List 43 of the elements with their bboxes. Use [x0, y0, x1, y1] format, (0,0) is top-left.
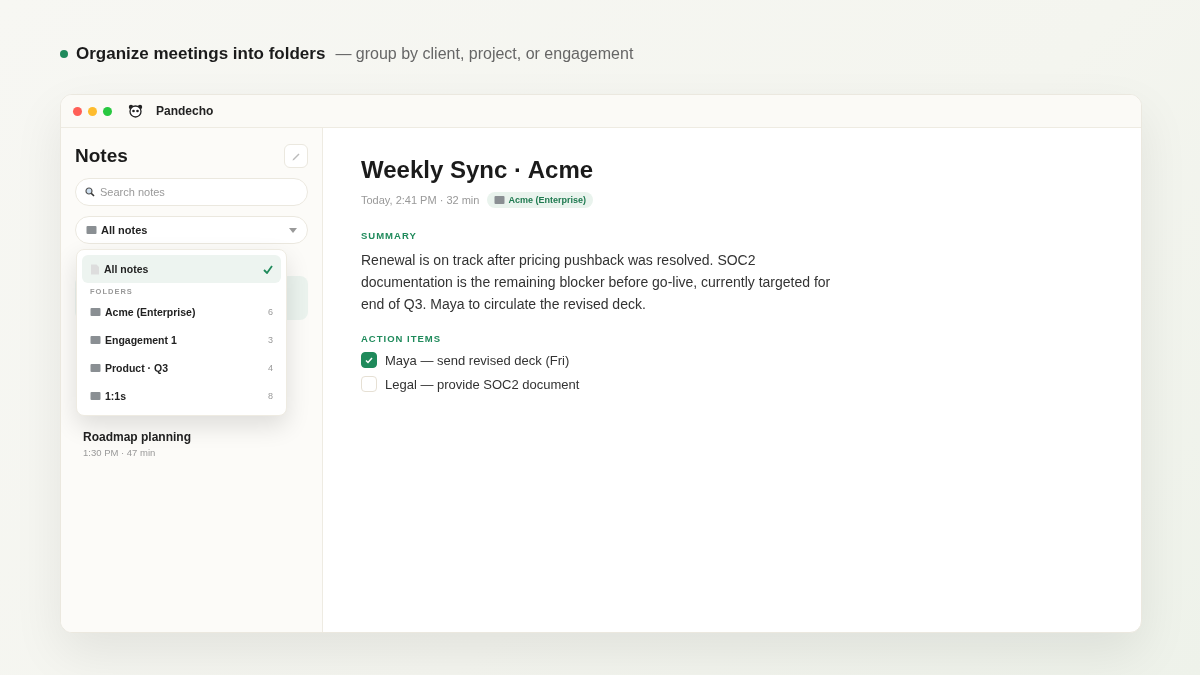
menu-item[interactable]: Product · Q3 4	[82, 354, 281, 382]
folder-icon	[90, 307, 101, 317]
count-label: 8	[268, 391, 273, 401]
folder-icon	[90, 335, 101, 345]
folder-tag: Acme (Enterprise)	[487, 192, 593, 208]
note-meta: 1:30 PM · 47 min	[83, 447, 157, 458]
summary-text: Renewal is on track after pricing pushback was resolved. SOC2 documentation is the remaining blocker before go-live, currently targeted for end of Q3. Maya to circulate the revised deck.	[361, 251, 832, 314]
folder-icon	[90, 363, 101, 373]
app-name: Pandecho	[156, 104, 214, 118]
search-icon	[85, 187, 95, 197]
checkmark-icon	[365, 356, 373, 364]
count-label: 3	[268, 335, 273, 345]
folder-icon	[494, 195, 506, 205]
caret-icon	[289, 227, 297, 233]
headline-subtitle: — group by client, project, or engagement	[335, 45, 634, 63]
section-heading: ACTION ITEMS	[361, 333, 443, 344]
count-label: 6	[268, 307, 273, 317]
folder-select[interactable]: All notes	[75, 216, 308, 244]
menu-item[interactable]: Acme (Enterprise) 6	[82, 298, 281, 326]
new-note-button[interactable]	[284, 144, 308, 168]
note-meta: Today, 2:41 PM · 32 min	[361, 194, 480, 206]
folder-icon	[90, 391, 101, 401]
checkbox[interactable]	[361, 352, 377, 368]
folder-icon	[86, 225, 97, 235]
count-label: 4	[268, 363, 273, 373]
minimize-button[interactable]	[88, 106, 97, 116]
close-button[interactable]	[73, 106, 82, 116]
menu-item[interactable]: 1:1s 8	[82, 382, 281, 410]
bullet-icon	[60, 50, 68, 58]
panda-logo-icon	[128, 104, 144, 118]
note-title[interactable]: Roadmap planning	[83, 430, 300, 444]
menu-item[interactable]: Engagement 1 3	[82, 326, 281, 354]
search-field[interactable]: Search notes	[75, 178, 308, 206]
action-item-text: Legal — provide SOC2 document	[385, 376, 580, 392]
menu-item[interactable]: All notes	[82, 255, 281, 283]
section-heading: SUMMARY	[361, 230, 418, 241]
note-title: Weekly Sync · Acme	[361, 156, 595, 184]
headline-title: Organize meetings into folders	[76, 44, 326, 64]
action-item-text: Maya — send revised deck (Fri)	[385, 352, 570, 368]
sidebar-title: Notes	[75, 145, 128, 167]
pencil-icon	[291, 151, 301, 161]
checkmark-icon	[263, 264, 273, 274]
maximize-button[interactable]	[103, 106, 112, 116]
